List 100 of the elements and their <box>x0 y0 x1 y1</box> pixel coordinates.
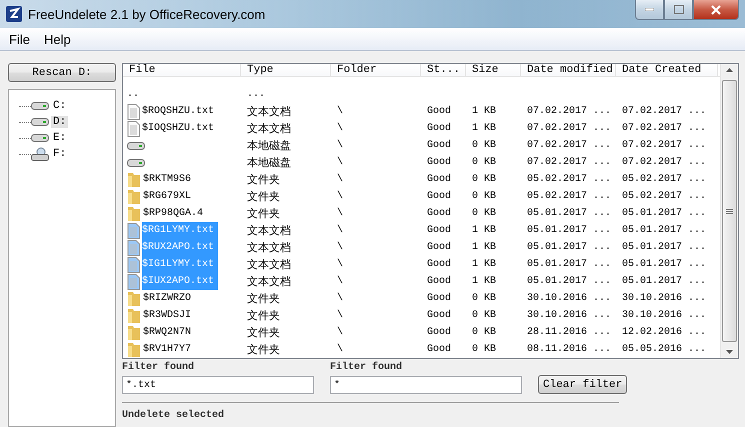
document-icon <box>127 256 140 272</box>
drive-icon <box>127 140 145 150</box>
table-cell-text: 05.05.2016 ... <box>621 344 708 355</box>
column-header[interactable]: Folder <box>331 64 421 76</box>
folder-icon <box>127 308 141 323</box>
scrollbar-thumb[interactable] <box>722 80 737 342</box>
column-header[interactable]: St... <box>421 64 466 76</box>
table-cell-text: \ <box>336 327 344 338</box>
table-cell-text: \ <box>336 123 344 134</box>
table-cell-text: 05.02.2017 ... <box>621 174 708 185</box>
table-cell-text: 文本文档 <box>246 104 292 119</box>
table-cell-text: Good <box>426 276 452 287</box>
table-cell-text: 07.02.2017 ... <box>526 157 612 168</box>
table-cell-text: 05.01.2017 ... <box>526 242 612 253</box>
drive-item[interactable]: E: <box>51 132 68 144</box>
table-cell-text: 07.02.2017 ... <box>621 123 708 134</box>
table-cell-text: 07.02.2017 ... <box>526 123 612 134</box>
maximize-button[interactable] <box>664 0 693 20</box>
table-cell-text: Good <box>426 225 452 236</box>
table-cell-text: 05.01.2017 ... <box>621 276 708 287</box>
table-cell-text: 文本文档 <box>246 240 292 255</box>
column-header[interactable]: Type <box>241 64 331 76</box>
folder-icon <box>127 206 141 221</box>
table-cell-text: 0 KB <box>471 327 498 338</box>
minimize-button[interactable] <box>635 0 664 20</box>
table-cell-text: 07.02.2017 ... <box>526 106 612 117</box>
window-title: FreeUndelete 2.1 by OfficeRecovery.com <box>28 6 266 22</box>
table-cell-text: \ <box>336 225 344 236</box>
table-cell-text: 1 KB <box>471 225 498 236</box>
table-cell-text: 0 KB <box>471 140 498 151</box>
table-cell-text: 文件夹 <box>246 325 281 340</box>
file-name[interactable]: $RKTM9S6 <box>143 171 196 188</box>
drive-item[interactable]: D: <box>51 116 68 128</box>
minimize-icon <box>645 8 654 11</box>
table-cell-text: 30.10.2016 ... <box>621 310 708 321</box>
column-header[interactable]: Size <box>466 64 521 76</box>
table-cell-text: 0 KB <box>471 174 498 185</box>
file-name[interactable]: $RP98QGA.4 <box>143 205 208 222</box>
rescan-button[interactable]: Rescan D: <box>8 63 116 82</box>
column-header[interactable]: Date modified <box>521 64 616 76</box>
file-name[interactable]: $IOQSHZU.txt <box>142 120 218 137</box>
file-name[interactable]: .. <box>127 86 144 103</box>
table-cell-text: Good <box>426 242 452 253</box>
clear-filter-button[interactable]: Clear filter <box>538 375 628 394</box>
table-cell-text: 本地磁盘 <box>246 138 292 153</box>
document-icon <box>127 274 140 290</box>
table-cell-text: 05.01.2017 ... <box>621 225 708 236</box>
table-cell-text: \ <box>336 344 344 355</box>
table-cell-text: 文件夹 <box>246 189 281 204</box>
menu-item[interactable]: Help <box>38 32 76 46</box>
table-cell-text: 30.10.2016 ... <box>526 310 612 321</box>
table-cell-text: 1 KB <box>471 276 498 287</box>
file-name[interactable]: $RG679XL <box>143 188 196 205</box>
table-cell-text: 28.11.2016 ... <box>526 327 612 338</box>
table-cell-text: ... <box>246 89 266 100</box>
table-cell-text: \ <box>336 157 344 168</box>
column-header[interactable]: File <box>123 64 241 76</box>
close-button[interactable] <box>693 0 739 20</box>
table-cell-text: \ <box>336 208 344 219</box>
disk-drive-icon <box>31 133 49 143</box>
file-name[interactable]: $RV1H7Y7 <box>143 341 196 358</box>
table-cell-text: 05.01.2017 ... <box>621 208 708 219</box>
table-cell-text: 文件夹 <box>246 172 281 187</box>
table-cell-text: 07.02.2017 ... <box>621 157 708 168</box>
folder-icon <box>127 342 141 357</box>
table-cell-text: 07.02.2017 ... <box>621 106 708 117</box>
table-cell-text: 12.02.2016 ... <box>621 327 708 338</box>
table-cell-text: \ <box>336 259 344 270</box>
file-name[interactable]: $R3WDSJI <box>143 307 196 324</box>
table-cell-text: 1 KB <box>471 259 498 270</box>
table-cell-text: 0 KB <box>471 310 498 321</box>
table-cell-text: \ <box>336 174 344 185</box>
folder-icon <box>127 325 141 340</box>
table-cell-text: 05.02.2017 ... <box>526 174 612 185</box>
table-cell-text: Good <box>426 157 452 168</box>
table-cell-text: Good <box>426 174 452 185</box>
file-name[interactable]: $ROQSHZU.txt <box>142 103 218 120</box>
filter-field[interactable]: * <box>330 376 522 394</box>
file-name[interactable]: $RWQ2N7N <box>143 324 196 341</box>
folder-icon <box>127 172 141 187</box>
menu-item[interactable]: File <box>4 32 35 46</box>
filter-label: Filter found <box>330 362 404 373</box>
filter-label: Filter found <box>122 362 196 373</box>
table-cell-text: Good <box>426 123 452 134</box>
table-cell-text: \ <box>336 242 344 253</box>
folder-icon <box>127 291 141 306</box>
table-cell-text: Good <box>426 259 452 270</box>
table-cell-text: 08.11.2016 ... <box>526 344 612 355</box>
table-cell-text: 0 KB <box>471 157 498 168</box>
table-cell-text: 文本文档 <box>246 257 292 272</box>
document-icon <box>127 120 140 136</box>
table-cell-text: 07.02.2017 ... <box>621 140 708 151</box>
drive-item[interactable]: C: <box>51 100 68 112</box>
file-name[interactable]: $RIZWRZO <box>143 290 196 307</box>
filter-field[interactable]: *.txt <box>122 376 314 394</box>
table-cell-text: 05.01.2017 ... <box>526 225 612 236</box>
column-header[interactable]: Date Created <box>616 64 718 76</box>
table-cell-text: Good <box>426 106 452 117</box>
table-cell-text: 1 KB <box>471 106 498 117</box>
drive-item[interactable]: F: <box>51 148 68 160</box>
